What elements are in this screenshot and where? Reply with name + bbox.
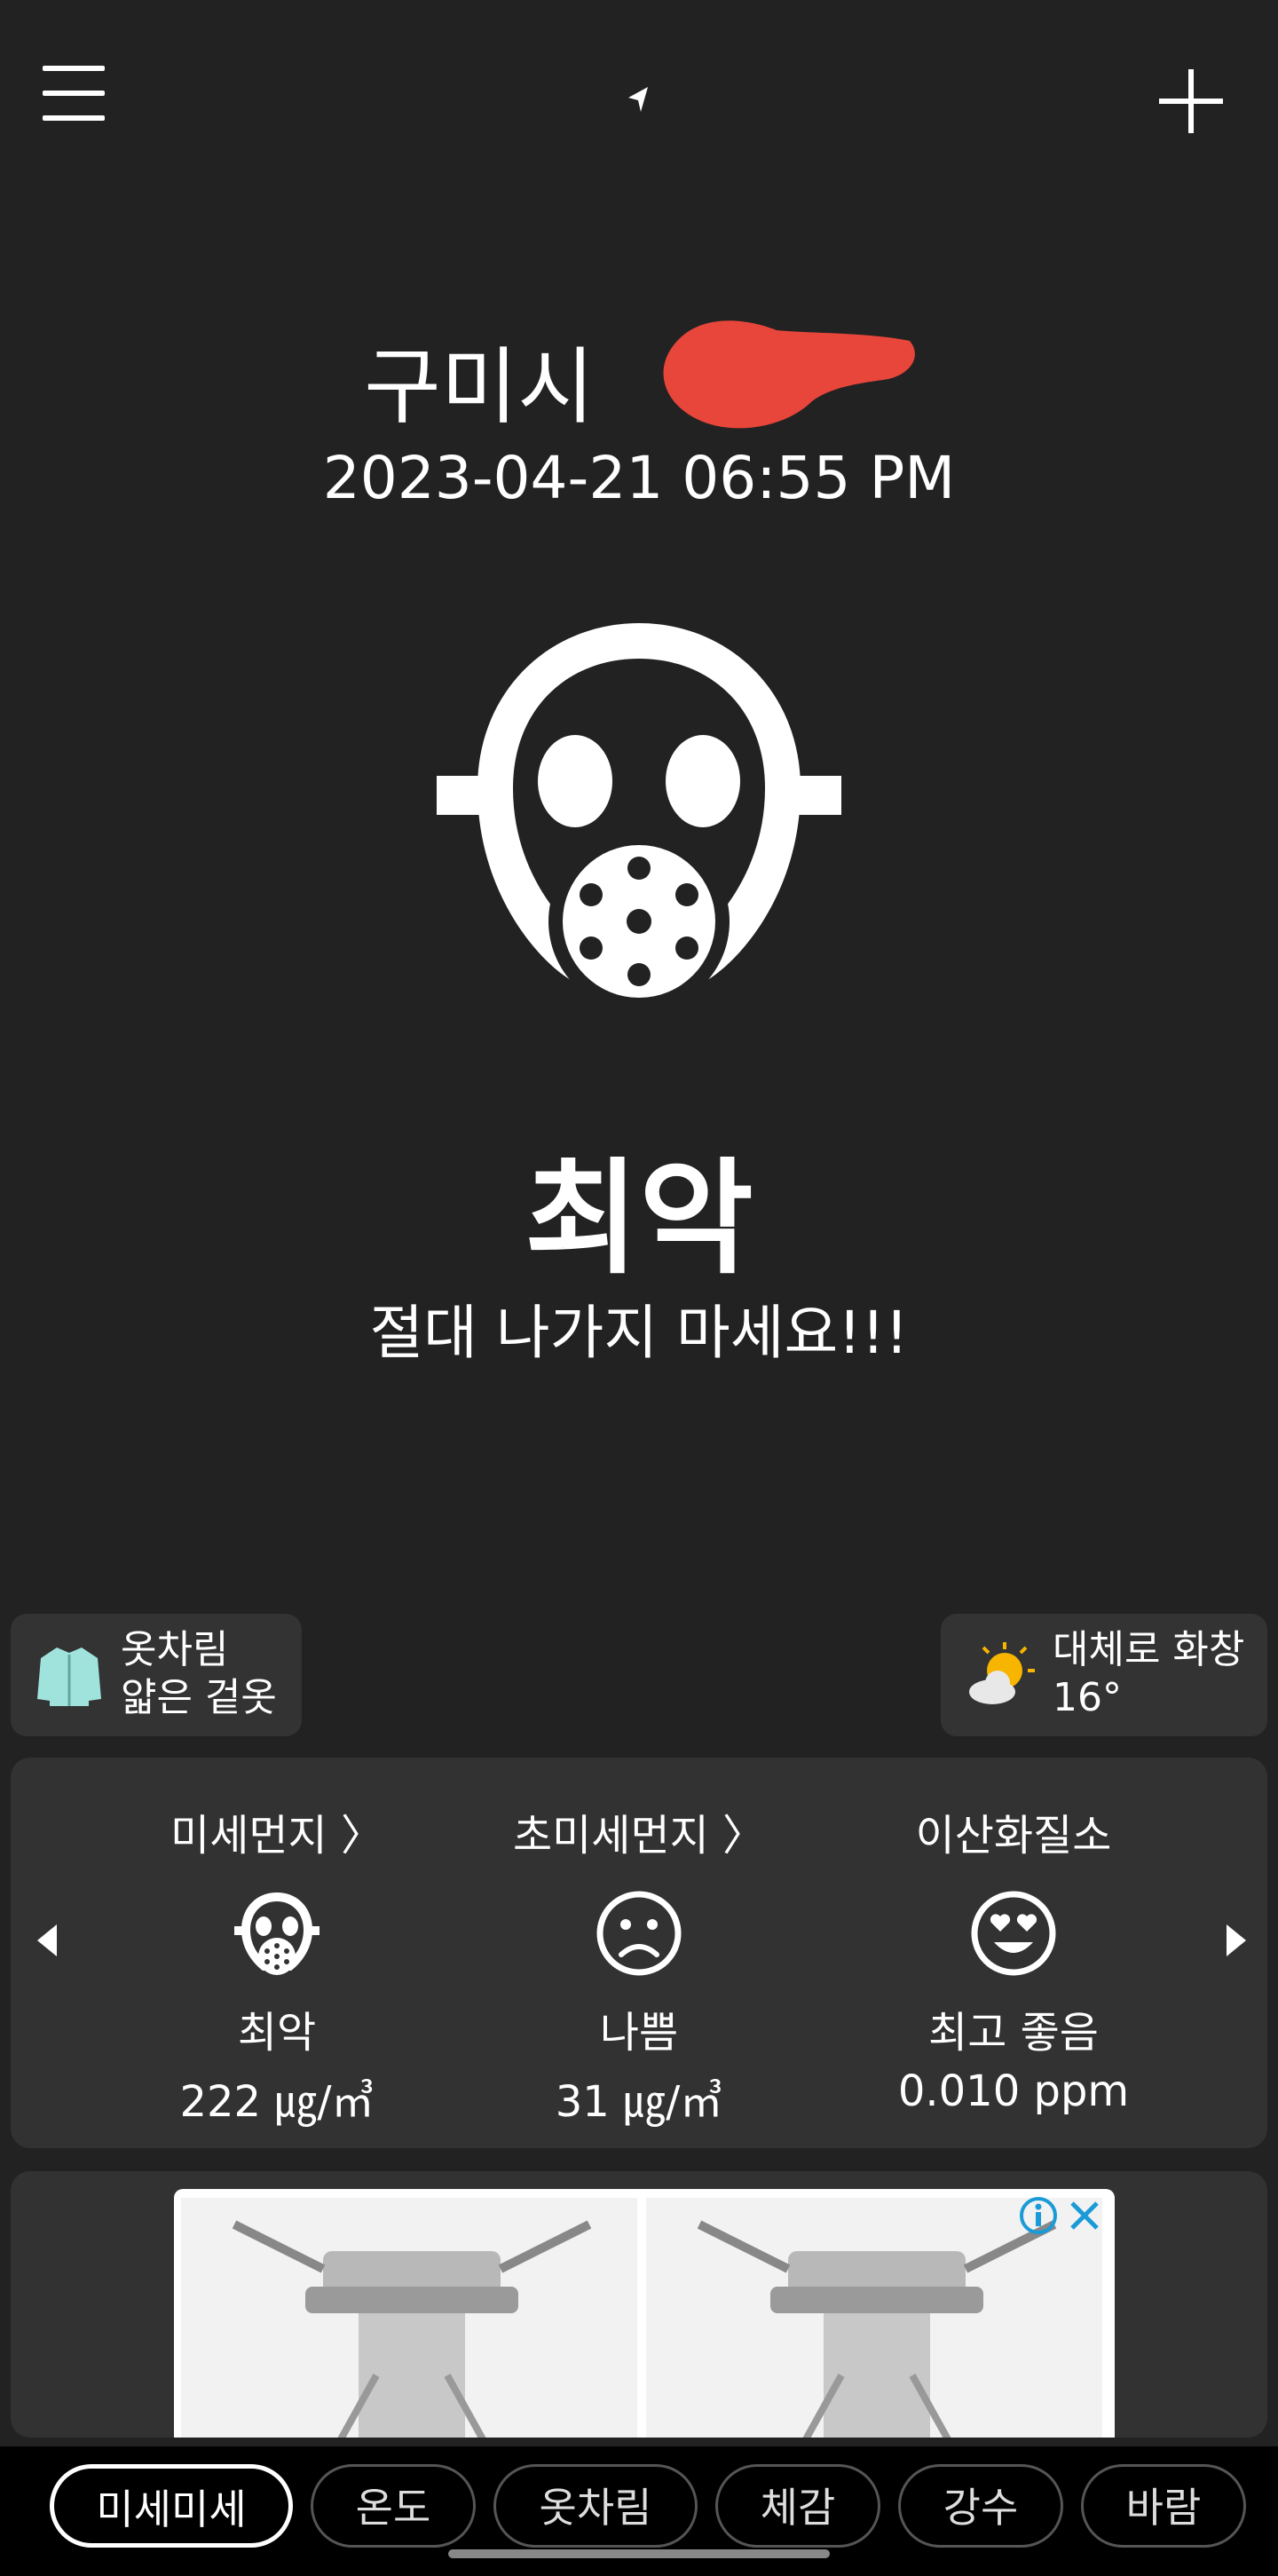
pollutant-grade: 최악 [237,2008,317,2058]
pollutant-card: 미세먼지 〉 최악 222 ㎍/㎥ 초미세먼지 〉 나쁨 31 ㎍/㎥ 이산화질… [11,1758,1267,2148]
air-quality-status: 최악 [525,1147,753,1292]
home-indicator[interactable] [448,2549,830,2558]
close-icon[interactable] [1067,2198,1102,2233]
pollutant-value: 222 ㎍/㎥ [179,2077,375,2127]
clothing-title: 옷차림 [121,1627,229,1672]
heart-eyes-face-icon [969,1889,1058,1978]
previous-arrow-icon[interactable] [37,1924,57,1956]
weather-title: 대체로 화창 [1053,1627,1245,1672]
pollutant-grade: 나쁨 [599,2008,679,2058]
plus-icon [1159,69,1223,133]
clothing-chip[interactable]: 옷차림 얇은 겉옷 [11,1614,302,1736]
add-location-button[interactable] [1159,69,1223,133]
pollutant-value: 0.010 ppm [897,2066,1130,2116]
tab-fine-dust[interactable]: 미세미세 [50,2464,293,2548]
next-arrow-icon[interactable] [1227,1924,1246,1956]
pollutant-title: 미세먼지 〉 [170,1811,383,1861]
tab-wind[interactable]: 바람 [1081,2464,1246,2548]
sun-cloud-icon [966,1640,1037,1711]
jacket-icon [34,1640,105,1711]
weather-value: 16° [1053,1675,1122,1720]
tab-feels-like[interactable]: 체감 [715,2464,880,2548]
ad-banner[interactable] [174,2189,1115,2438]
tab-clothing[interactable]: 옷차림 [493,2464,698,2548]
weather-chip[interactable]: 대체로 화창 16° [941,1614,1267,1736]
ad-card [11,2171,1267,2438]
info-icon[interactable] [1019,2196,1058,2235]
pollutant-title: 이산화질소 [915,1811,1112,1861]
location-arrow-icon[interactable] [621,82,657,117]
sad-face-icon [595,1889,683,1978]
pollutant-grade: 최고 좋음 [928,2008,1099,2058]
gas-mask-icon [233,1889,321,1978]
advice-text: 절대 나가지 마세요!!! [369,1299,909,1367]
redaction-mark [652,304,920,437]
pollutant-title: 초미세먼지 〉 [512,1811,766,1861]
tab-temperature[interactable]: 온도 [311,2464,476,2548]
menu-button[interactable] [43,66,105,121]
pollutant-pm25[interactable]: 초미세먼지 〉 나쁨 31 ㎍/㎥ [462,1758,816,2129]
gas-mask-icon [435,611,843,1019]
clothing-value: 얇은 겉옷 [121,1675,277,1720]
ad-product-image[interactable] [181,2198,637,2438]
pollutant-no2[interactable]: 이산화질소 최고 좋음 0.010 ppm [836,1758,1191,2116]
tab-precipitation[interactable]: 강수 [898,2464,1063,2548]
pollutant-value: 31 ㎍/㎥ [555,2077,723,2127]
pollutant-pm10[interactable]: 미세먼지 〉 최악 222 ㎍/㎥ [99,1758,454,2129]
datetime: 2023-04-21 06:55 PM [322,444,956,512]
city-name: 구미시 [364,339,595,436]
